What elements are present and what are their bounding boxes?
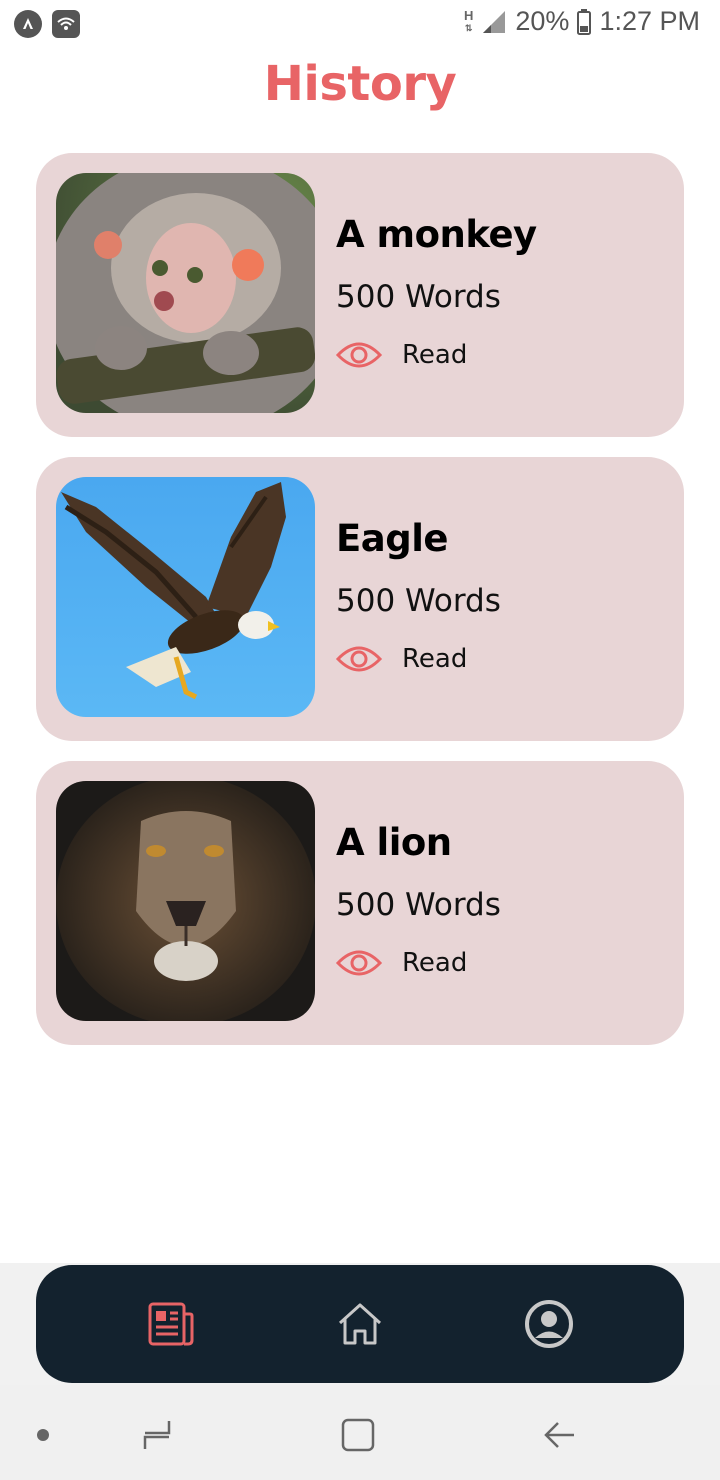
card-word-count: 500 Words — [336, 279, 501, 315]
lion-photo — [56, 781, 315, 1021]
card-title: A lion — [336, 821, 452, 864]
battery-icon — [577, 8, 592, 35]
read-label: Read — [402, 644, 468, 674]
home-icon — [338, 1303, 381, 1345]
history-card-eagle[interactable]: Eagle 500 Words Read — [36, 457, 684, 741]
back-arrow-icon — [544, 1422, 574, 1448]
nav-home-button[interactable] — [325, 1289, 395, 1359]
read-label: Read — [402, 948, 468, 978]
card-title: A monkey — [336, 213, 537, 256]
nav-profile-button[interactable] — [514, 1289, 584, 1359]
recent-apps-icon — [143, 1421, 171, 1449]
monkey-photo — [56, 173, 315, 413]
network-type-icon: H ⇅ — [464, 7, 474, 33]
home-system-button[interactable] — [338, 1415, 378, 1455]
bottom-nav — [36, 1265, 684, 1383]
status-bar: H ⇅ 20% 1:27 PM — [0, 0, 720, 50]
history-card-lion[interactable]: A lion 500 Words Read — [36, 761, 684, 1045]
eye-icon — [336, 950, 382, 976]
eye-icon — [336, 342, 382, 368]
page-title: History — [263, 56, 457, 112]
read-label: Read — [402, 340, 468, 370]
read-button[interactable]: Read — [336, 339, 467, 371]
recent-apps-button[interactable] — [137, 1415, 177, 1455]
card-word-count: 500 Words — [336, 887, 501, 923]
battery-percent: 20% — [515, 6, 570, 36]
wifi-hotspot-icon — [52, 10, 80, 38]
newspaper-icon — [148, 1302, 194, 1346]
system-nav-bar — [0, 1385, 720, 1480]
eagle-photo — [56, 477, 315, 717]
signal-icon — [483, 10, 506, 33]
nav-history-button[interactable] — [136, 1289, 206, 1359]
card-title: Eagle — [336, 517, 449, 560]
app-notification-icon — [14, 10, 42, 38]
nav-dot-indicator — [23, 1415, 63, 1455]
account-circle-icon — [525, 1300, 574, 1348]
back-button[interactable] — [540, 1415, 580, 1455]
read-button[interactable]: Read — [336, 643, 467, 675]
history-card-monkey[interactable]: A monkey 500 Words Read — [36, 153, 684, 437]
square-home-icon — [341, 1418, 375, 1452]
card-word-count: 500 Words — [336, 583, 501, 619]
read-button[interactable]: Read — [336, 947, 467, 979]
eye-icon — [336, 646, 382, 672]
clock: 1:27 PM — [599, 6, 700, 36]
